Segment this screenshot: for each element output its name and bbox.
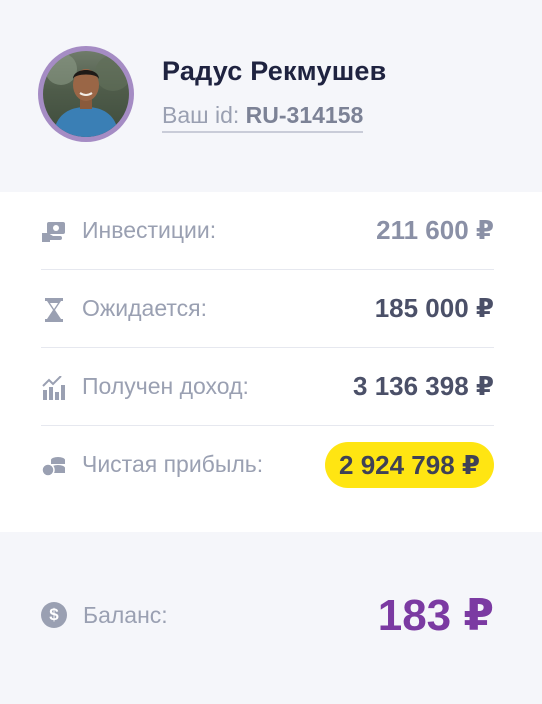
stat-row-expected: Ожидается: 185 000 ₽ (41, 270, 494, 348)
stats-list: Инвестиции: 211 600 ₽ Ожидается: 185 000… (0, 192, 542, 532)
stat-value: 185 000 ₽ (374, 293, 494, 323)
stat-value: 211 600 ₽ (376, 215, 494, 245)
profile-header: Радус Рекмушев Ваш id: RU-314158 (0, 0, 542, 192)
user-id-value: RU-314158 (245, 102, 364, 128)
balance-value: 183 ₽ (377, 591, 494, 640)
bar-chart-icon (41, 375, 67, 400)
net-profit-badge: 2 924 798 ₽ (325, 442, 494, 488)
balance-section: $ Баланс: 183 ₽ (0, 532, 542, 704)
stat-label: Инвестиции: (82, 217, 217, 243)
person-photo-icon (45, 53, 129, 137)
user-id-label: Ваш id: (162, 102, 240, 128)
coins-icon (41, 454, 67, 478)
stat-label: Ожидается: (82, 295, 207, 321)
money-hand-icon (41, 220, 67, 244)
profile-summary-card: Радус Рекмушев Ваш id: RU-314158 Инвести… (0, 0, 542, 704)
avatar-photo (43, 51, 129, 137)
stat-label: Чистая прибыль: (82, 451, 264, 477)
stat-row-income: Получен доход: 3 136 398 ₽ (41, 348, 494, 426)
dollar-coin-icon: $ (41, 602, 67, 628)
hourglass-icon (41, 298, 67, 322)
stat-row-investments: Инвестиции: 211 600 ₽ (41, 192, 494, 270)
avatar[interactable] (38, 46, 134, 142)
stat-row-net-profit: Чистая прибыль: 2 924 798 ₽ (41, 426, 494, 504)
user-name: Радус Рекмушев (162, 56, 387, 86)
balance-label: Баланс: (83, 602, 168, 628)
stat-value: 3 136 398 ₽ (353, 371, 494, 401)
user-id[interactable]: Ваш id: RU-314158 (162, 102, 364, 133)
stat-label: Получен доход: (82, 373, 249, 399)
